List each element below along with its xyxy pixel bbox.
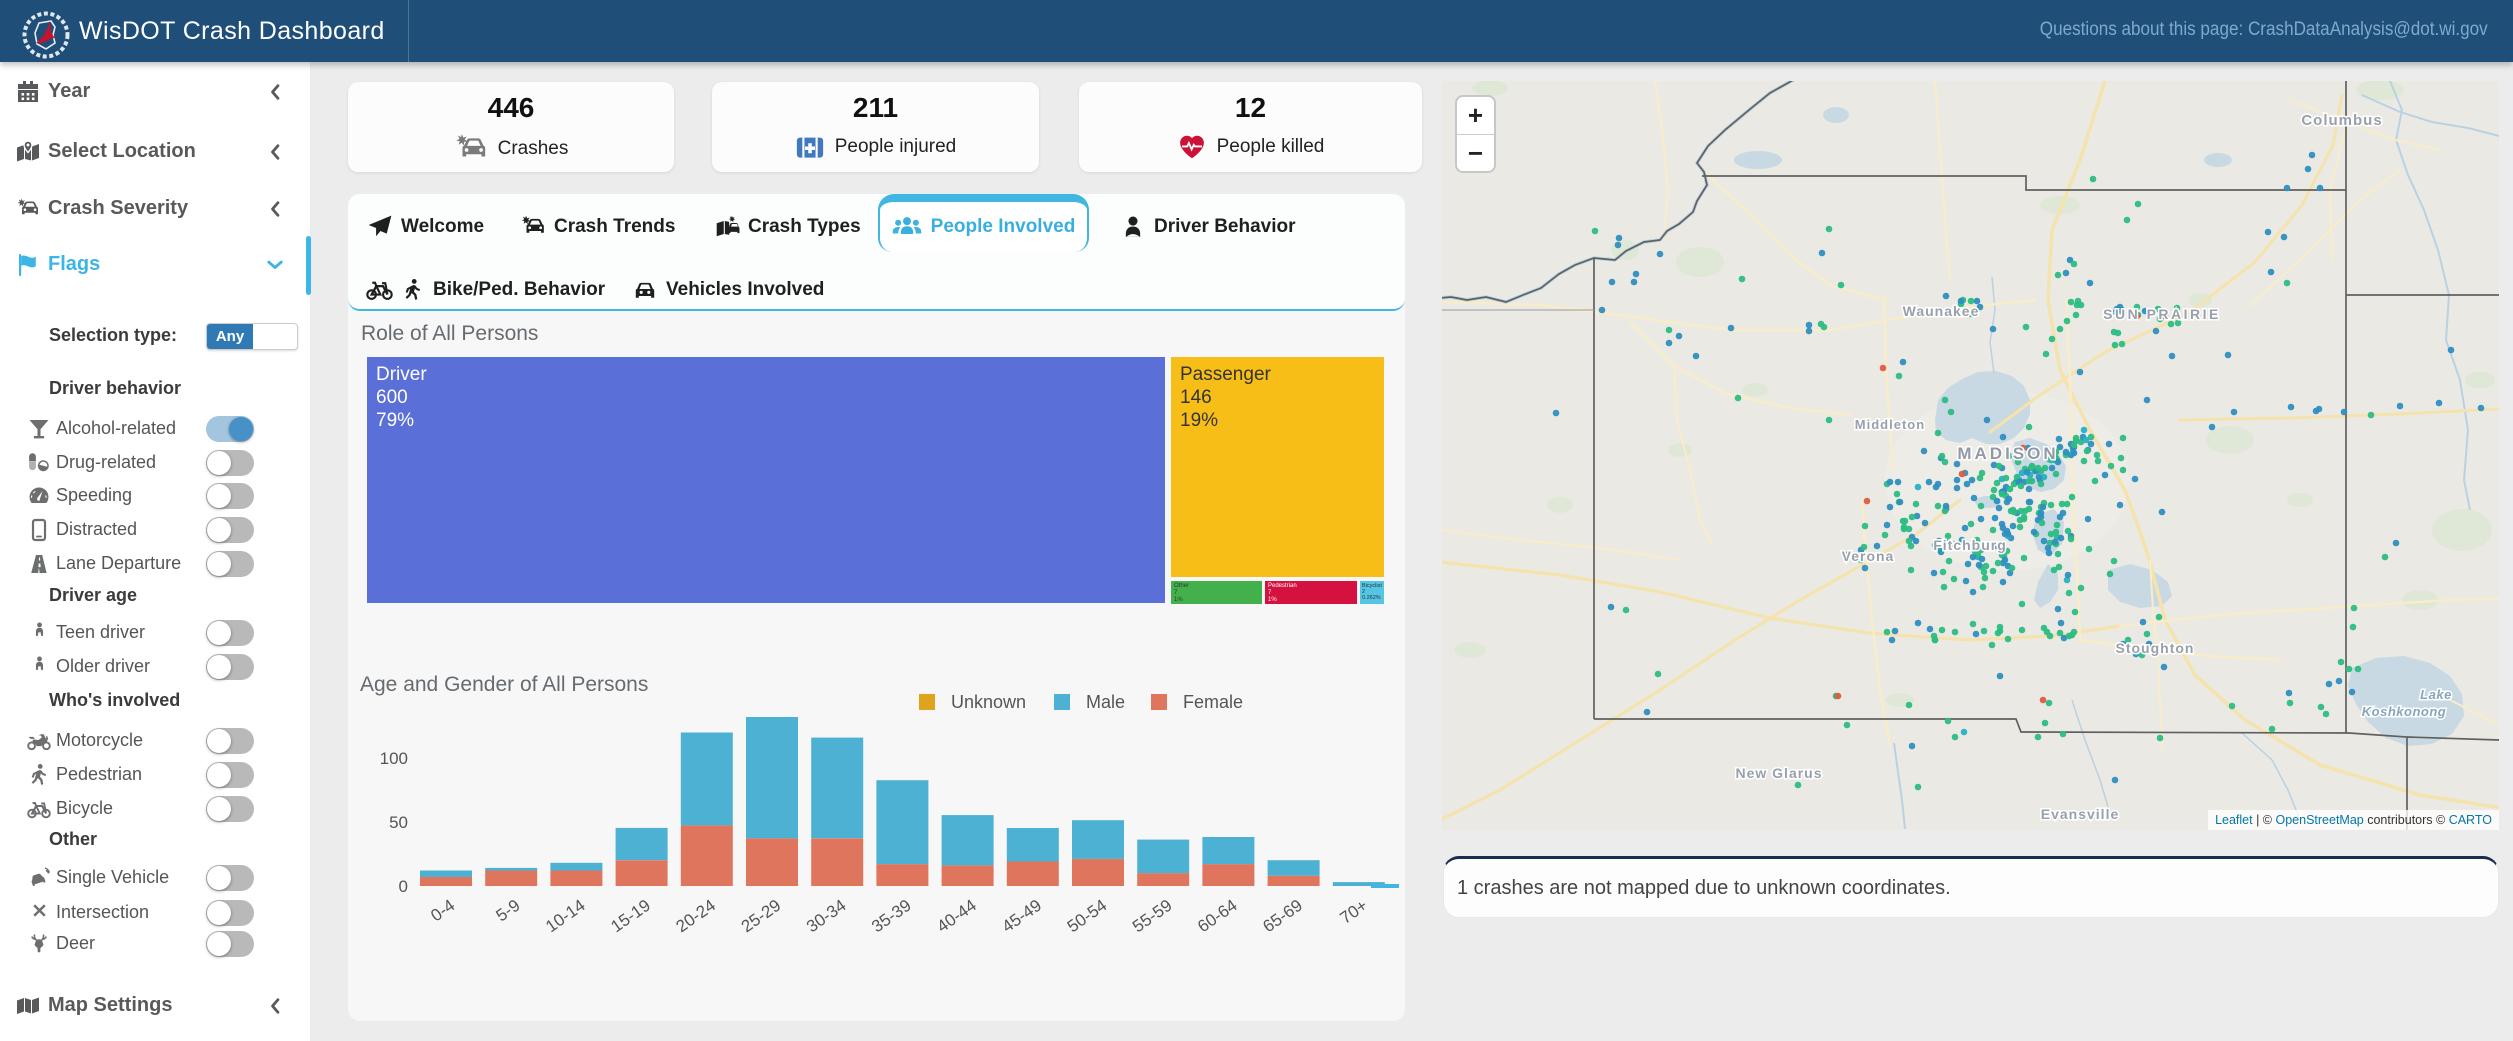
svg-text:20-24: 20-24 — [673, 896, 720, 937]
svg-text:65-69: 65-69 — [1259, 896, 1306, 937]
svg-text:New Glarus: New Glarus — [1735, 765, 1822, 781]
svg-text:45-49: 45-49 — [999, 896, 1046, 937]
svg-text:Fitchburg: Fitchburg — [1933, 537, 2007, 553]
svg-text:35-39: 35-39 — [868, 896, 915, 937]
svg-text:Unknown: Unknown — [951, 692, 1026, 712]
svg-text:Verona: Verona — [1842, 548, 1895, 564]
svg-text:25-29: 25-29 — [738, 896, 785, 937]
svg-text:0-4: 0-4 — [427, 896, 458, 926]
svg-text:50: 50 — [389, 813, 408, 832]
svg-text:40-44: 40-44 — [933, 896, 980, 937]
svg-text:Female: Female — [1183, 692, 1243, 712]
svg-text:Evansville: Evansville — [2041, 806, 2120, 822]
svg-text:0: 0 — [399, 877, 408, 896]
svg-text:Columbus: Columbus — [2301, 112, 2382, 129]
svg-text:100: 100 — [380, 749, 408, 768]
svg-text:15-19: 15-19 — [607, 896, 654, 937]
svg-text:Koshkonong: Koshkonong — [2362, 704, 2446, 719]
svg-text:Age and Gender of All Persons: Age and Gender of All Persons — [360, 673, 648, 696]
svg-text:Middleton: Middleton — [1855, 417, 1925, 432]
svg-text:55-59: 55-59 — [1129, 896, 1176, 937]
svg-text:70+: 70+ — [1337, 896, 1372, 928]
svg-text:Male: Male — [1086, 692, 1125, 712]
svg-text:50-54: 50-54 — [1064, 896, 1111, 937]
svg-text:Waunakee: Waunakee — [1903, 303, 1980, 319]
svg-text:10-14: 10-14 — [542, 896, 589, 937]
svg-text:5-9: 5-9 — [492, 896, 523, 926]
svg-text:MADISON: MADISON — [1957, 444, 2058, 463]
svg-text:30-34: 30-34 — [803, 896, 850, 937]
svg-text:Stoughton: Stoughton — [2116, 640, 2195, 656]
svg-text:60-64: 60-64 — [1194, 896, 1241, 937]
svg-text:Lake: Lake — [2420, 687, 2452, 702]
svg-text:SUN PRAIRIE: SUN PRAIRIE — [2103, 306, 2221, 322]
